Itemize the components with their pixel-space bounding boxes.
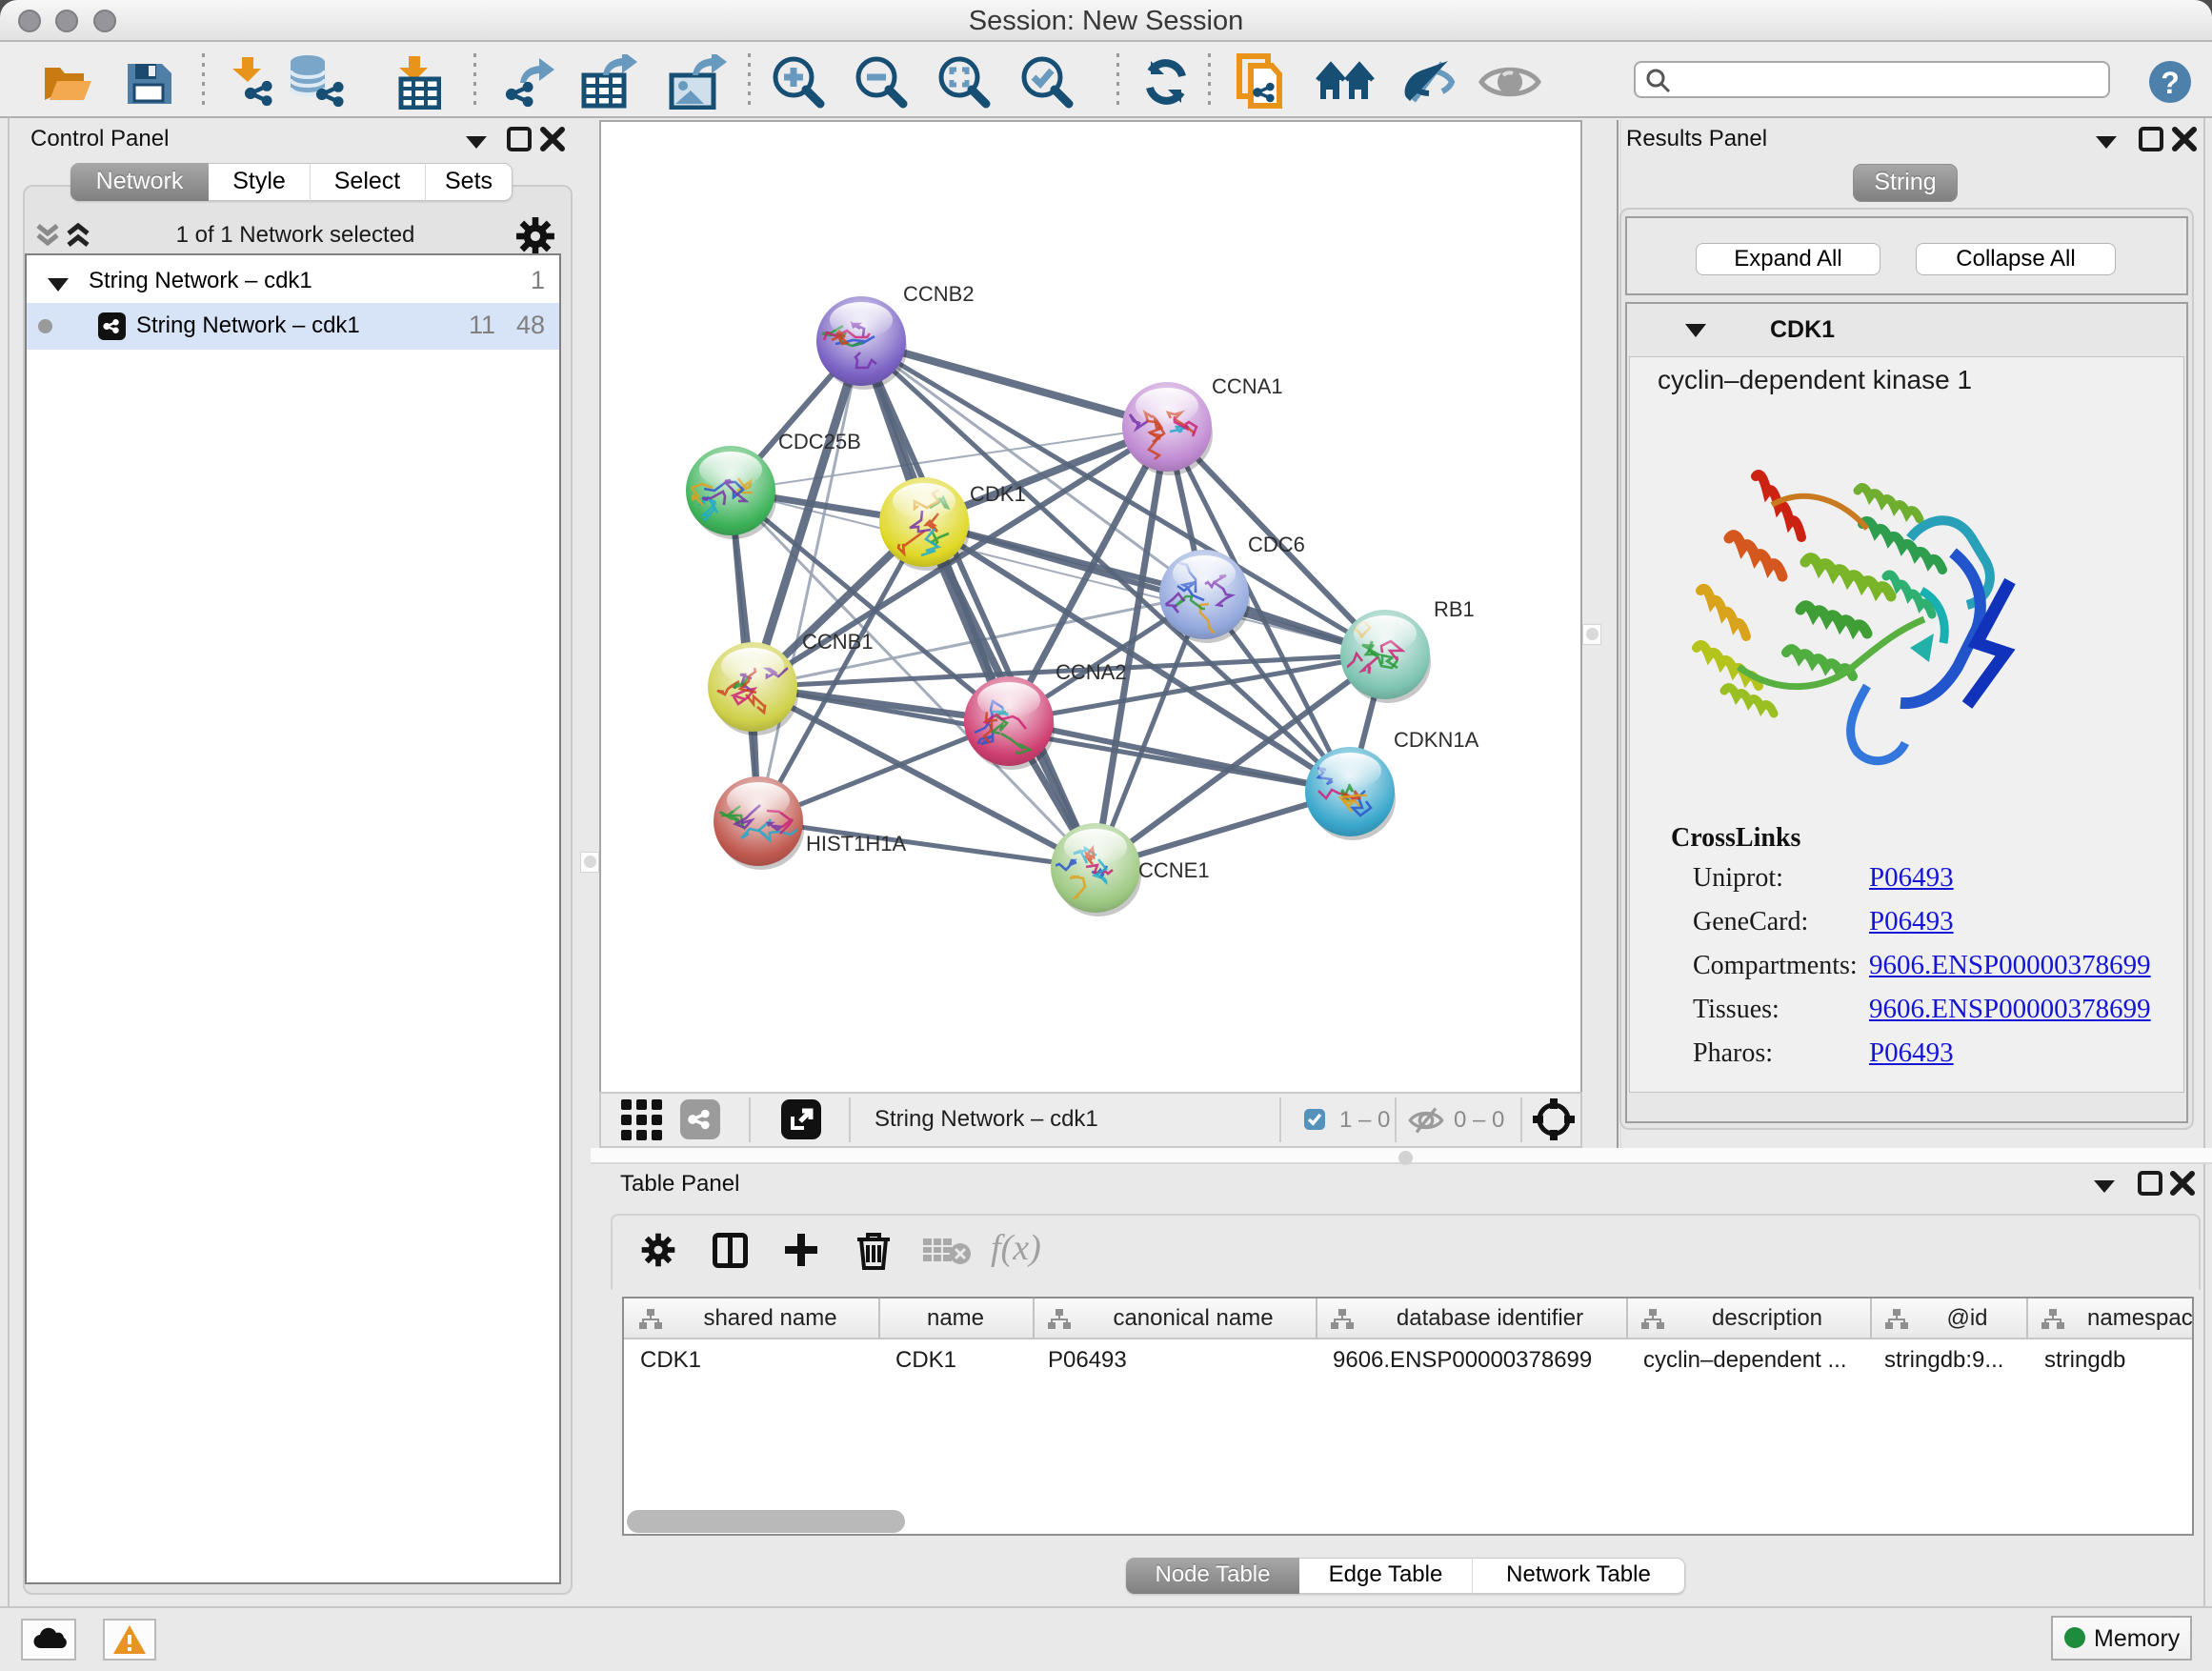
- svg-text:CCNE1: CCNE1: [1138, 858, 1210, 882]
- svg-text:CCNB2: CCNB2: [903, 282, 975, 306]
- svg-text:HIST1H1A: HIST1H1A: [806, 832, 906, 856]
- svg-text:RB1: RB1: [1434, 597, 1475, 621]
- svg-text:CCNA2: CCNA2: [1056, 660, 1127, 684]
- svg-text:CDKN1A: CDKN1A: [1394, 728, 1479, 752]
- svg-text:CCNB1: CCNB1: [802, 630, 874, 654]
- svg-text:CCNA1: CCNA1: [1212, 374, 1283, 398]
- svg-text:CDC6: CDC6: [1248, 533, 1305, 556]
- svg-text:CDK1: CDK1: [970, 482, 1026, 506]
- svg-text:CDC25B: CDC25B: [778, 430, 861, 453]
